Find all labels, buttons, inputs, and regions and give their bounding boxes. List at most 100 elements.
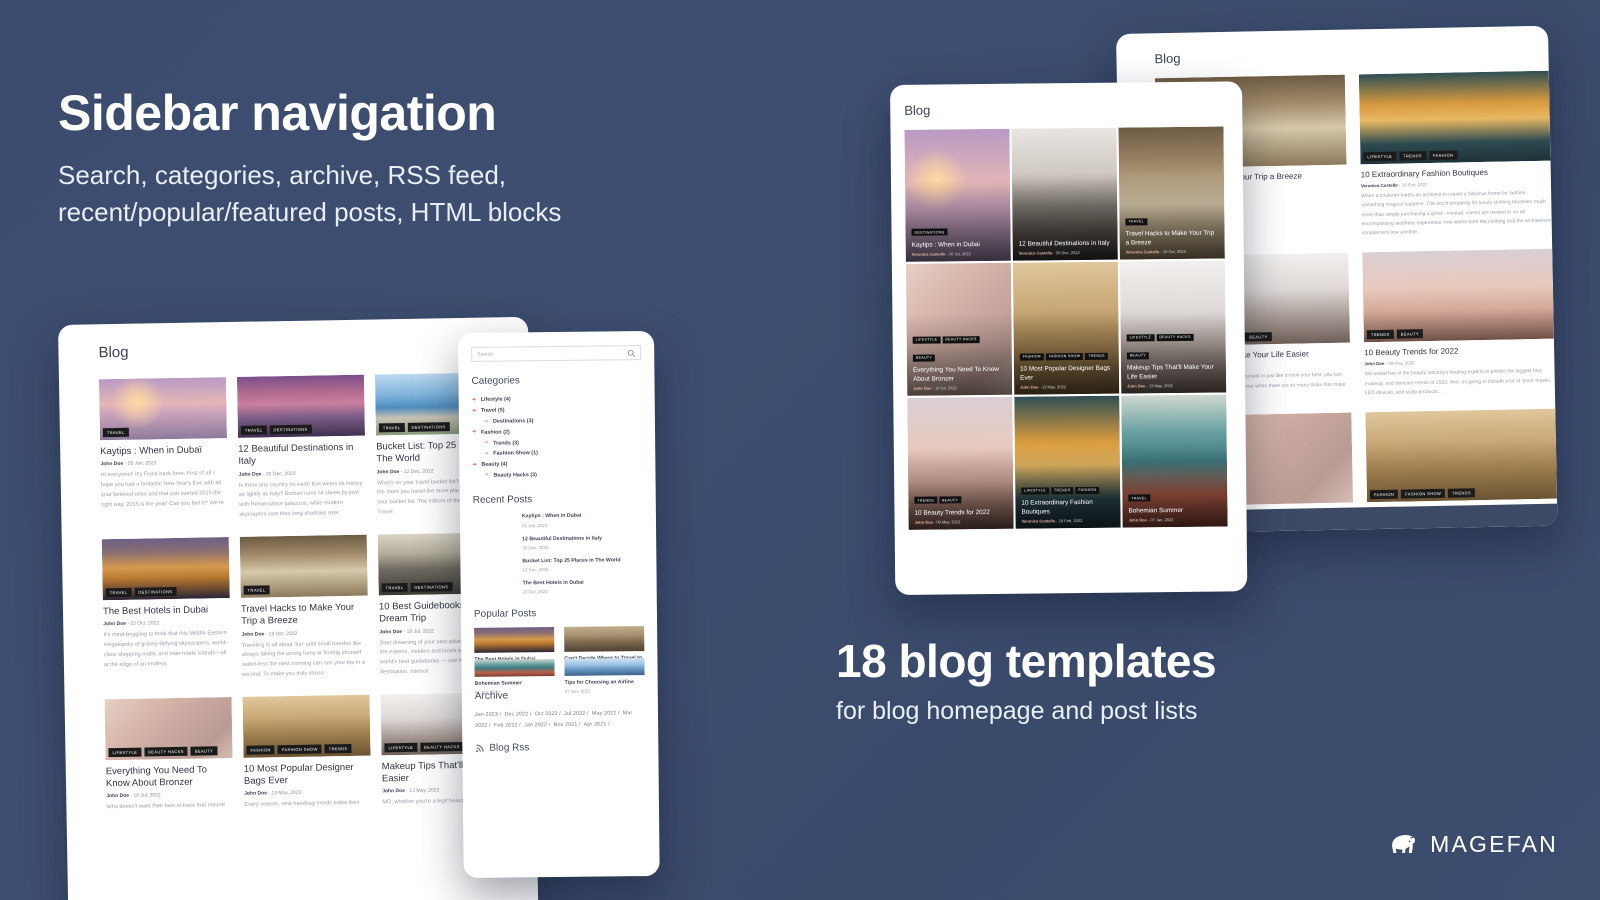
post-tag[interactable]: BEAUTY HACKS	[144, 746, 188, 757]
archive-item[interactable]: May 2022	[592, 711, 616, 717]
post-thumbnail[interactable]: TRAVEL DESTINATIONS	[101, 536, 230, 601]
post-tag[interactable]: BEAUTY HACKS	[1156, 333, 1194, 342]
recent-post-title[interactable]: Kaytips : When in Dubai	[522, 513, 581, 521]
post-tag[interactable]: TRAVEL	[105, 587, 132, 598]
post-tag[interactable]: FASHION SHOW	[277, 744, 322, 754]
recent-post-title[interactable]: The Best Hotels in Dubai	[523, 580, 584, 588]
post-tag[interactable]: TRAVEL	[243, 585, 270, 595]
grid-post-cell[interactable]: DESTINATIONS Kaytips : When in Dubai Ver…	[904, 128, 1011, 262]
recent-post-item[interactable]: Kaytips : When in Dubai 05 Jan, 2023	[472, 512, 643, 528]
blog-post-card[interactable]: TRAVEL DESTINATIONS 12 Beautiful Destinat…	[236, 374, 366, 521]
post-tag[interactable]: FASHION	[1369, 489, 1399, 500]
list-post-title[interactable]: 10 Extraordinary Fashion Boutiques	[1361, 167, 1551, 181]
popular-post-thumbnail[interactable]	[474, 658, 555, 678]
grid-post-cell[interactable]: TRENDS BEAUTY 10 Beauty Trends for 2022 J…	[907, 396, 1014, 530]
post-tag[interactable]: LIFESTYLE	[1126, 334, 1155, 342]
popular-post-item[interactable]: Tips for Choosing an Airline 07 Nov, 202…	[564, 658, 645, 693]
popular-post-title[interactable]: Tips for Choosing an Airline	[565, 679, 645, 687]
post-tag[interactable]: LIFESTYLE	[1021, 487, 1049, 495]
post-thumbnail[interactable]: TRAVEL	[239, 534, 368, 598]
post-tag[interactable]: FASHION SHOW	[1401, 488, 1446, 499]
post-tag[interactable]: DESTINATIONS	[407, 422, 450, 432]
grid-post-title[interactable]: Kaytips : When in Dubai	[912, 240, 1005, 249]
grid-post-cell[interactable]: LIFESTYLE BEAUTY HACKS BEAUTY Everything Y…	[905, 262, 1013, 396]
grid-post-title[interactable]: Everything You Need To Know About Bronze…	[913, 366, 1006, 384]
brand-logo[interactable]: MAGEFAN	[1390, 831, 1558, 858]
post-tag[interactable]: FASHION	[1019, 353, 1044, 361]
post-thumbnail[interactable]: TRAVEL	[98, 377, 227, 441]
grid-post-title[interactable]: 12 Beautiful Destinations in Italy	[1019, 239, 1112, 248]
grid-post-cell[interactable]: TRAVEL Bohemian Summer John Doe - 07 Jan…	[1121, 394, 1228, 528]
grid-post-title[interactable]: Travel Hacks to Make Your Trip a Breeze	[1126, 230, 1219, 248]
grid-post-title[interactable]: Bohemian Summer	[1128, 506, 1221, 515]
archive-item[interactable]: Dec 2022	[505, 712, 529, 718]
blog-grid-tablet-mockup[interactable]: Blog DESTINATIONS Kaytips : When in Duba…	[890, 81, 1248, 595]
post-tag[interactable]: FASHION SHOW	[1045, 352, 1084, 361]
post-tag[interactable]: FASHION	[1428, 150, 1458, 161]
blog-post-card[interactable]: TRAVEL Travel Hacks to Make Your Trip a …	[239, 534, 369, 680]
grid-post-cell[interactable]: LIFESTYLE TRENDS FASHION 10 Extraordinary …	[1014, 395, 1121, 529]
blog-rss-link[interactable]: Blog Rss	[475, 741, 645, 754]
post-tag[interactable]: TRENDS	[914, 496, 937, 504]
blog-post-card[interactable]: TRAVEL Kaytips : When in Dubaï John Doe …	[98, 377, 228, 523]
post-title[interactable]: The Best Hotels in Dubai	[103, 604, 230, 619]
post-tag[interactable]: TRENDS	[1448, 488, 1476, 498]
grid-post-cell[interactable]: LIFESTYLE BEAUTY HACKS BEAUTY Makeup Tips …	[1119, 260, 1227, 394]
post-tag[interactable]: BEAUTY	[1126, 352, 1150, 360]
post-tag[interactable]: DESTINATIONS	[911, 228, 948, 236]
post-tag[interactable]: BEAUTY	[1396, 329, 1424, 339]
post-tag[interactable]: TRENDS	[1366, 329, 1394, 340]
post-tag[interactable]: FASHION	[1075, 486, 1100, 494]
grid-post-title[interactable]: Makeup Tips That'll Make Your Life Easie…	[1127, 364, 1220, 382]
recent-post-item[interactable]: 12 Beautiful Destinations in Italy 30 De…	[473, 535, 643, 551]
popular-post-thumbnail[interactable]	[564, 626, 645, 652]
recent-post-title[interactable]: Bucket List: Top 25 Places in The World	[522, 557, 620, 565]
popular-post-item[interactable]: The Best Hotels in Dubai 22 Oct, 2022	[474, 627, 555, 670]
post-tag[interactable]: LIFESTYLE	[108, 747, 142, 757]
sidebar-widget-mockup[interactable]: Search Categories Lifestyle (4) Travel (…	[458, 330, 660, 878]
popular-post-thumbnail[interactable]	[564, 658, 645, 677]
category-item[interactable]: Beauty Hacks (3)	[472, 469, 642, 482]
blog-post-card[interactable]: LIFESTYLE BEAUTY HACKS BEAUTY Everything Y…	[104, 696, 234, 814]
post-title[interactable]: Everything You Need To Know About Bronze…	[106, 764, 233, 791]
list-post-title[interactable]: 10 Beauty Trends for 2022	[1364, 345, 1554, 359]
post-thumbnail[interactable]: FASHION FASHION SHOW TRENDS	[242, 694, 371, 758]
archive-item[interactable]: Jan 2023	[475, 712, 498, 718]
list-post-card[interactable]: LIFESTYLE TRENDS FASHION 10 Extraordinary …	[1358, 70, 1552, 239]
archive-item[interactable]: Apr 2021	[584, 721, 607, 727]
search-icon[interactable]	[627, 349, 635, 357]
post-tag[interactable]: DESTINATIONS	[134, 586, 177, 597]
list-post-thumbnail[interactable]: LIFESTYLE TRENDS FASHION	[1358, 70, 1551, 165]
post-tag[interactable]: LIFESTYLE	[1363, 151, 1397, 162]
blog-post-card[interactable]: FASHION FASHION SHOW TRENDS 10 Most Popula…	[242, 694, 372, 811]
post-tag[interactable]: BEAUTY HACKS	[942, 335, 980, 344]
search-input[interactable]: Search	[471, 345, 642, 362]
post-thumbnail[interactable]: LIFESTYLEBEAUTY HACKSBEAUTY	[104, 696, 233, 760]
post-tag[interactable]: TRAVEL	[1125, 218, 1147, 226]
post-tag[interactable]: TRAVEL	[381, 582, 408, 593]
popular-post-thumbnail[interactable]	[474, 627, 555, 653]
recent-post-item[interactable]: Bucket List: Top 25 Places in The World …	[473, 557, 643, 573]
post-tag[interactable]: DESTINATIONS	[269, 424, 312, 435]
popular-post-item[interactable]: Can't Decide Where to Travel to Next? 09…	[564, 626, 645, 676]
grid-post-title[interactable]: 10 Beauty Trends for 2022	[914, 508, 1007, 517]
popular-post-item[interactable]: Bohemian Summer 07 Jan, 2022	[474, 658, 555, 694]
post-tag[interactable]: FASHION	[246, 744, 275, 755]
list-post-thumbnail[interactable]: TRENDS BEAUTY	[1362, 248, 1554, 343]
post-thumbnail[interactable]: TRAVEL DESTINATIONS	[236, 374, 365, 438]
grid-post-cell[interactable]: FASHION FASHION SHOW TRENDS 10 Most Popula…	[1012, 261, 1120, 395]
post-tag[interactable]: BEAUTY	[938, 496, 962, 504]
recent-post-title[interactable]: 12 Beautiful Destinations in Italy	[522, 535, 602, 543]
post-tag[interactable]: LIFESTYLE	[384, 742, 418, 752]
post-tag[interactable]: BEAUTY HACKS	[420, 741, 464, 752]
grid-post-cell[interactable]: 12 Beautiful Destinations in Italy Veron…	[1011, 127, 1118, 261]
archive-item[interactable]: Jul 2022	[564, 711, 585, 717]
popular-post-title[interactable]: Bohemian Summer	[475, 680, 555, 688]
post-tag[interactable]: TRENDS	[1085, 352, 1108, 360]
post-tag[interactable]: LIFESTYLE	[912, 336, 941, 344]
post-tag[interactable]: TRENDS	[1399, 151, 1427, 161]
post-tag[interactable]: TRAVEL	[378, 422, 405, 433]
post-tag[interactable]: DESTINATIONS	[410, 581, 453, 592]
post-tag[interactable]: TRENDS	[324, 743, 352, 754]
post-tag[interactable]: BEAUTY	[1245, 332, 1272, 342]
